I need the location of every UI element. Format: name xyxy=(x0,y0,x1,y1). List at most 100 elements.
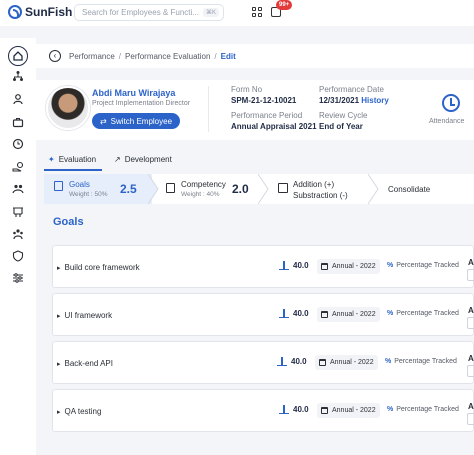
goal-period: Annual - 2022 xyxy=(330,359,374,366)
tab-development[interactable]: ↗ Development xyxy=(114,155,172,164)
evaluation-icon: ✦ xyxy=(48,155,55,164)
step-goals-label: Goals xyxy=(69,180,90,189)
attendance-icon[interactable] xyxy=(442,94,460,112)
step-competency-label: Competency xyxy=(181,180,226,189)
people-hand-icon[interactable] xyxy=(10,181,26,197)
clock-icon[interactable] xyxy=(10,136,26,152)
tab-development-label: Development xyxy=(124,155,172,164)
goal-cut-label: A xyxy=(468,402,474,411)
goal-tracking-label: Percentage Tracked xyxy=(396,262,459,269)
search-input[interactable]: Search for Employees & Functi... ⌘K xyxy=(74,4,224,21)
percent-icon: % xyxy=(387,310,394,317)
performance-period-value: Annual Appraisal 2021 xyxy=(231,122,317,131)
goal-tracking-label: Percentage Tracked xyxy=(396,406,459,413)
team-icon[interactable] xyxy=(10,226,26,242)
goal-cut-label: A xyxy=(468,306,474,315)
goal-score-input[interactable] xyxy=(467,413,474,425)
goal-card[interactable]: Build core framework 40.0 Annual - 2022 … xyxy=(52,245,474,288)
person-icon[interactable] xyxy=(10,91,26,107)
goal-period-chip: Annual - 2022 xyxy=(315,355,378,370)
competency-icon xyxy=(166,183,175,193)
breadcrumb-performance[interactable]: Performance xyxy=(69,52,115,61)
weight-scale-icon xyxy=(279,405,289,414)
step-chevron-icon xyxy=(258,174,269,204)
percent-icon: % xyxy=(385,358,392,365)
weight-scale-icon xyxy=(279,309,289,318)
org-chart-icon[interactable] xyxy=(10,68,26,84)
goal-tracking: % Percentage Tracked xyxy=(387,406,459,413)
goal-score-input[interactable] xyxy=(467,365,474,377)
step-consolidate-label: Consolidate xyxy=(388,185,431,194)
evaluation-tabs: ✦ Evaluation ↗ Development xyxy=(36,150,474,171)
goal-tracking-label: Percentage Tracked xyxy=(394,358,457,365)
performance-date-label: Performance Date xyxy=(319,85,384,94)
sliders-icon[interactable] xyxy=(10,270,26,286)
back-arrow-icon[interactable]: ‹ xyxy=(49,50,61,62)
breadcrumb-bar: ‹ Performance / Performance Evaluation / Edi… xyxy=(36,44,474,68)
goal-card[interactable]: Back-end API 40.0 Annual - 2022 %Percent… xyxy=(52,341,474,384)
calendar-icon xyxy=(321,263,328,270)
calendar-icon xyxy=(321,407,328,414)
goal-period-chip: Annual - 2022 xyxy=(317,403,380,418)
search-placeholder: Search for Employees & Functi... xyxy=(82,8,199,17)
goal-weight: 40.0 xyxy=(293,309,309,318)
goal-name[interactable]: QA testing xyxy=(57,407,102,416)
sidebar xyxy=(0,38,36,455)
evaluation-steps: Goals Weight : 50% 2.5 Competency Weight… xyxy=(44,174,474,204)
percent-icon: % xyxy=(387,262,394,269)
calendar-icon xyxy=(319,359,326,366)
performance-date-value: 12/31/2021 xyxy=(319,96,360,105)
goal-cut-label: A xyxy=(468,258,474,267)
goal-weight: 40.0 xyxy=(293,405,309,414)
step-goals-score: 2.5 xyxy=(120,182,137,196)
goal-period: Annual - 2022 xyxy=(332,407,376,414)
form-no-value: SPM-21-12-10021 xyxy=(231,96,297,105)
step-goals-weight: Weight : 50% xyxy=(69,191,108,198)
goal-weight: 40.0 xyxy=(293,261,309,270)
performance-period-label: Performance Period xyxy=(231,111,303,120)
goal-name[interactable]: Back-end API xyxy=(57,359,113,368)
breadcrumb-current: Edit xyxy=(220,52,236,61)
goal-name[interactable]: UI framework xyxy=(57,311,113,320)
trend-icon: ↗ xyxy=(114,155,121,164)
goal-card[interactable]: UI framework 40.0 Annual - 2022 %Percent… xyxy=(52,293,474,336)
switch-employee-button[interactable]: ⇄ Switch Employee xyxy=(92,113,180,129)
goals-section-title: Goals xyxy=(53,216,84,228)
tab-evaluation-label: Evaluation xyxy=(58,155,97,164)
search-shortcut: ⌘K xyxy=(202,8,219,17)
breadcrumb: Performance / Performance Evaluation / Edit xyxy=(69,52,236,61)
goal-score-input[interactable] xyxy=(467,317,474,329)
notification-badge: 99+ xyxy=(276,0,293,10)
money-icon[interactable] xyxy=(10,159,26,175)
tab-evaluation[interactable]: ✦ Evaluation xyxy=(48,155,96,164)
goal-tracking: % Percentage Tracked xyxy=(387,310,459,317)
step-competency-weight: Weight : 40% xyxy=(181,191,220,198)
history-link[interactable]: History xyxy=(361,96,389,105)
performance-date-row: 12/31/2021 History xyxy=(319,96,389,105)
training-icon[interactable] xyxy=(10,204,26,220)
employee-profile-card: Abdi Maru Wirajaya Project Implementatio… xyxy=(36,80,474,140)
goal-score-input[interactable] xyxy=(467,269,474,281)
step-addition-label: Addition (+) xyxy=(293,180,335,189)
switch-employee-label: Switch Employee xyxy=(110,116,173,126)
step-chevron-icon xyxy=(368,174,379,204)
home-icon[interactable] xyxy=(8,46,28,66)
goal-name[interactable]: Build core framework xyxy=(57,263,140,272)
top-bar: SunFish Search for Employees & Functi...… xyxy=(0,0,474,26)
apps-grid-icon[interactable] xyxy=(252,7,262,17)
goals-icon xyxy=(54,181,63,191)
step-substraction-label: Substraction (-) xyxy=(293,191,348,200)
step-chevron-icon xyxy=(148,174,159,204)
step-competency-score: 2.0 xyxy=(232,182,249,196)
app-logo[interactable]: SunFish xyxy=(8,5,72,19)
briefcase-icon[interactable] xyxy=(10,114,26,130)
shield-icon[interactable] xyxy=(10,248,26,264)
employee-name: Abdi Maru Wirajaya xyxy=(92,88,176,98)
avatar xyxy=(46,86,90,130)
goal-card[interactable]: QA testing 40.0 Annual - 2022 %Percentag… xyxy=(52,389,474,432)
breadcrumb-performance-evaluation[interactable]: Performance Evaluation xyxy=(125,52,210,61)
weight-scale-icon xyxy=(279,261,289,270)
attendance-label[interactable]: Attendance xyxy=(429,118,464,125)
app-name: SunFish xyxy=(25,5,73,19)
goal-period: Annual - 2022 xyxy=(332,311,376,318)
